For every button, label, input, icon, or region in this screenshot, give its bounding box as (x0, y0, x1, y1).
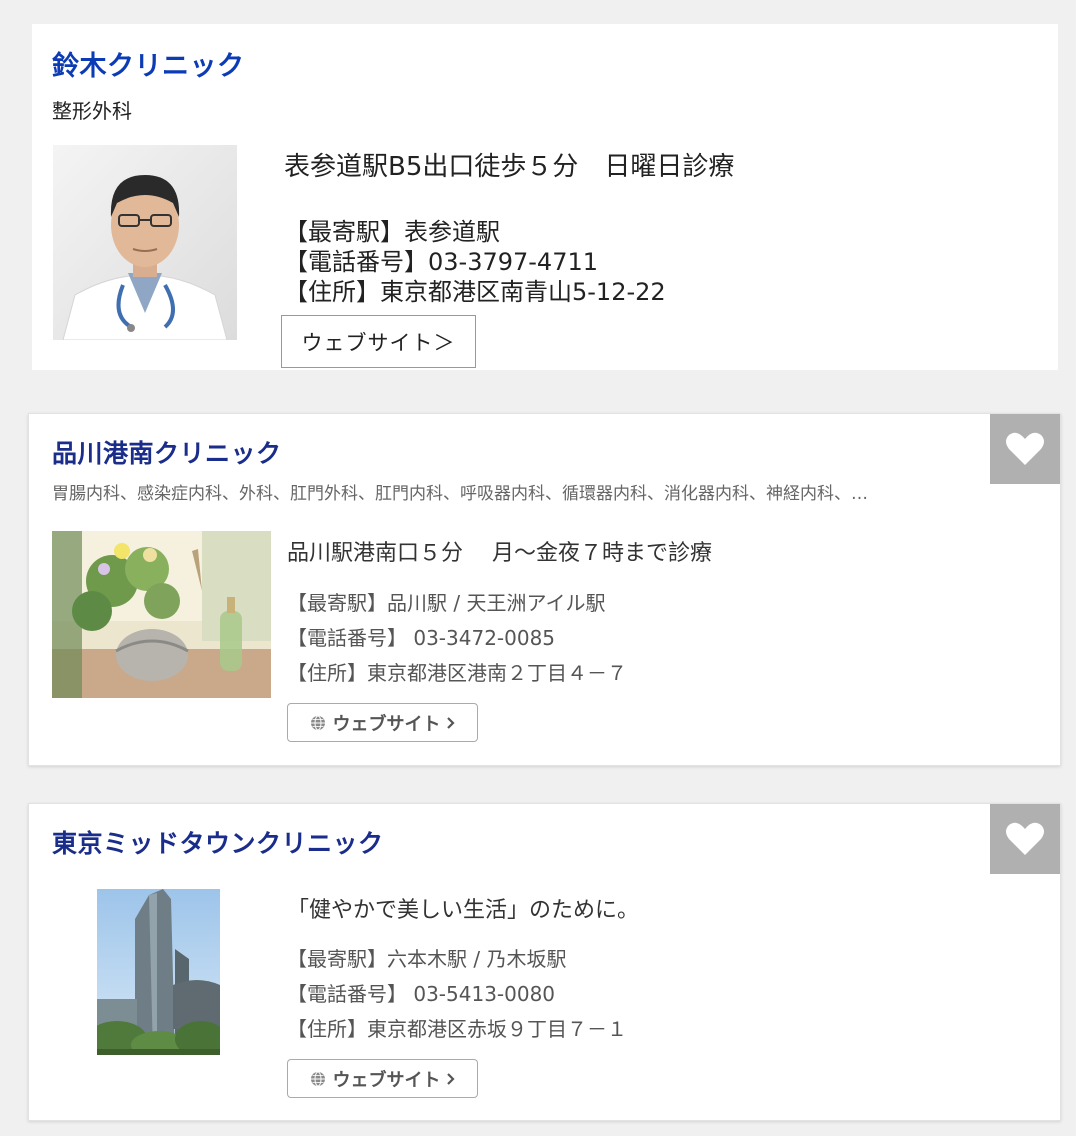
clinic-address: 【住所】東京都港区港南２丁目４－７ (287, 661, 627, 685)
website-button-label: ウェブサイト (332, 1069, 441, 1091)
clinic-card: 鈴木クリニック 整形外科 表参道駅B5出口徒歩５分 日曜日診療 【最寄駅】表参道… (32, 24, 1058, 370)
clinic-address: 【住所】東京都港区赤坂９丁目７－１ (287, 1017, 627, 1041)
clinic-station: 【最寄駅】表参道駅 (284, 218, 500, 246)
clinic-info: 【最寄駅】表参道駅 【電話番号】03-3797-4711 【住所】東京都港区南青… (284, 217, 666, 307)
clinic-address: 【住所】東京都港区南青山5-12-22 (284, 278, 666, 306)
clinic-departments: 胃腸内科、感染症内科、外科、肛門外科、肛門内科、呼吸器内科、循環器内科、消化器内… (52, 484, 868, 504)
clinic-station: 【最寄駅】品川駅 / 天王洲アイル駅 (287, 591, 606, 615)
clinic-departments: 整形外科 (52, 99, 132, 123)
clinic-phone: 【電話番号】 03-3472-0085 (287, 626, 556, 650)
clinic-station: 【最寄駅】六本木駅 / 乃木坂駅 (287, 947, 567, 971)
chevron-right-icon (446, 716, 455, 729)
clinic-card: 東京ミッドタウンクリニック 「健やかで美しい生活」のために。 【最寄駅】六本木駅… (28, 803, 1061, 1121)
doctor-photo (53, 145, 237, 340)
clinic-headline: 表参道駅B5出口徒歩５分 日曜日診療 (284, 152, 735, 182)
heart-icon (1006, 432, 1044, 465)
favorite-button[interactable] (990, 414, 1060, 484)
clinic-phone: 【電話番号】 03-5413-0080 (287, 982, 556, 1006)
website-button-label: ウェブサイト＞ (301, 330, 456, 355)
heart-icon (1006, 822, 1044, 855)
clinic-photo (52, 531, 271, 698)
clinic-card: 品川港南クリニック 胃腸内科、感染症内科、外科、肛門外科、肛門内科、呼吸器内科、… (28, 413, 1061, 766)
clinic-info: 【最寄駅】品川駅 / 天王洲アイル駅 【電話番号】 03-3472-0085 【… (287, 586, 627, 691)
website-button[interactable]: ウェブサイト (287, 1059, 478, 1098)
clinic-name-link[interactable]: 鈴木クリニック (52, 44, 245, 83)
clinic-photo (97, 889, 220, 1055)
clinic-info: 【最寄駅】六本木駅 / 乃木坂駅 【電話番号】 03-5413-0080 【住所… (287, 942, 627, 1047)
clinic-headline: 「健やかで美しい生活」のために。 (287, 898, 640, 923)
globe-icon (310, 715, 325, 730)
globe-icon (310, 1071, 325, 1086)
favorite-button[interactable] (990, 804, 1060, 874)
chevron-right-icon (446, 1072, 455, 1085)
clinic-phone: 【電話番号】03-3797-4711 (284, 248, 599, 276)
website-button-label: ウェブサイト (332, 713, 441, 735)
clinic-headline: 品川駅港南口５分 月～金夜７時まで診療 (287, 541, 712, 566)
website-button[interactable]: ウェブサイト (287, 703, 478, 742)
website-button[interactable]: ウェブサイト＞ (281, 315, 476, 368)
clinic-name-link[interactable]: 品川港南クリニック (52, 434, 282, 470)
clinic-name-link[interactable]: 東京ミッドタウンクリニック (52, 824, 384, 860)
